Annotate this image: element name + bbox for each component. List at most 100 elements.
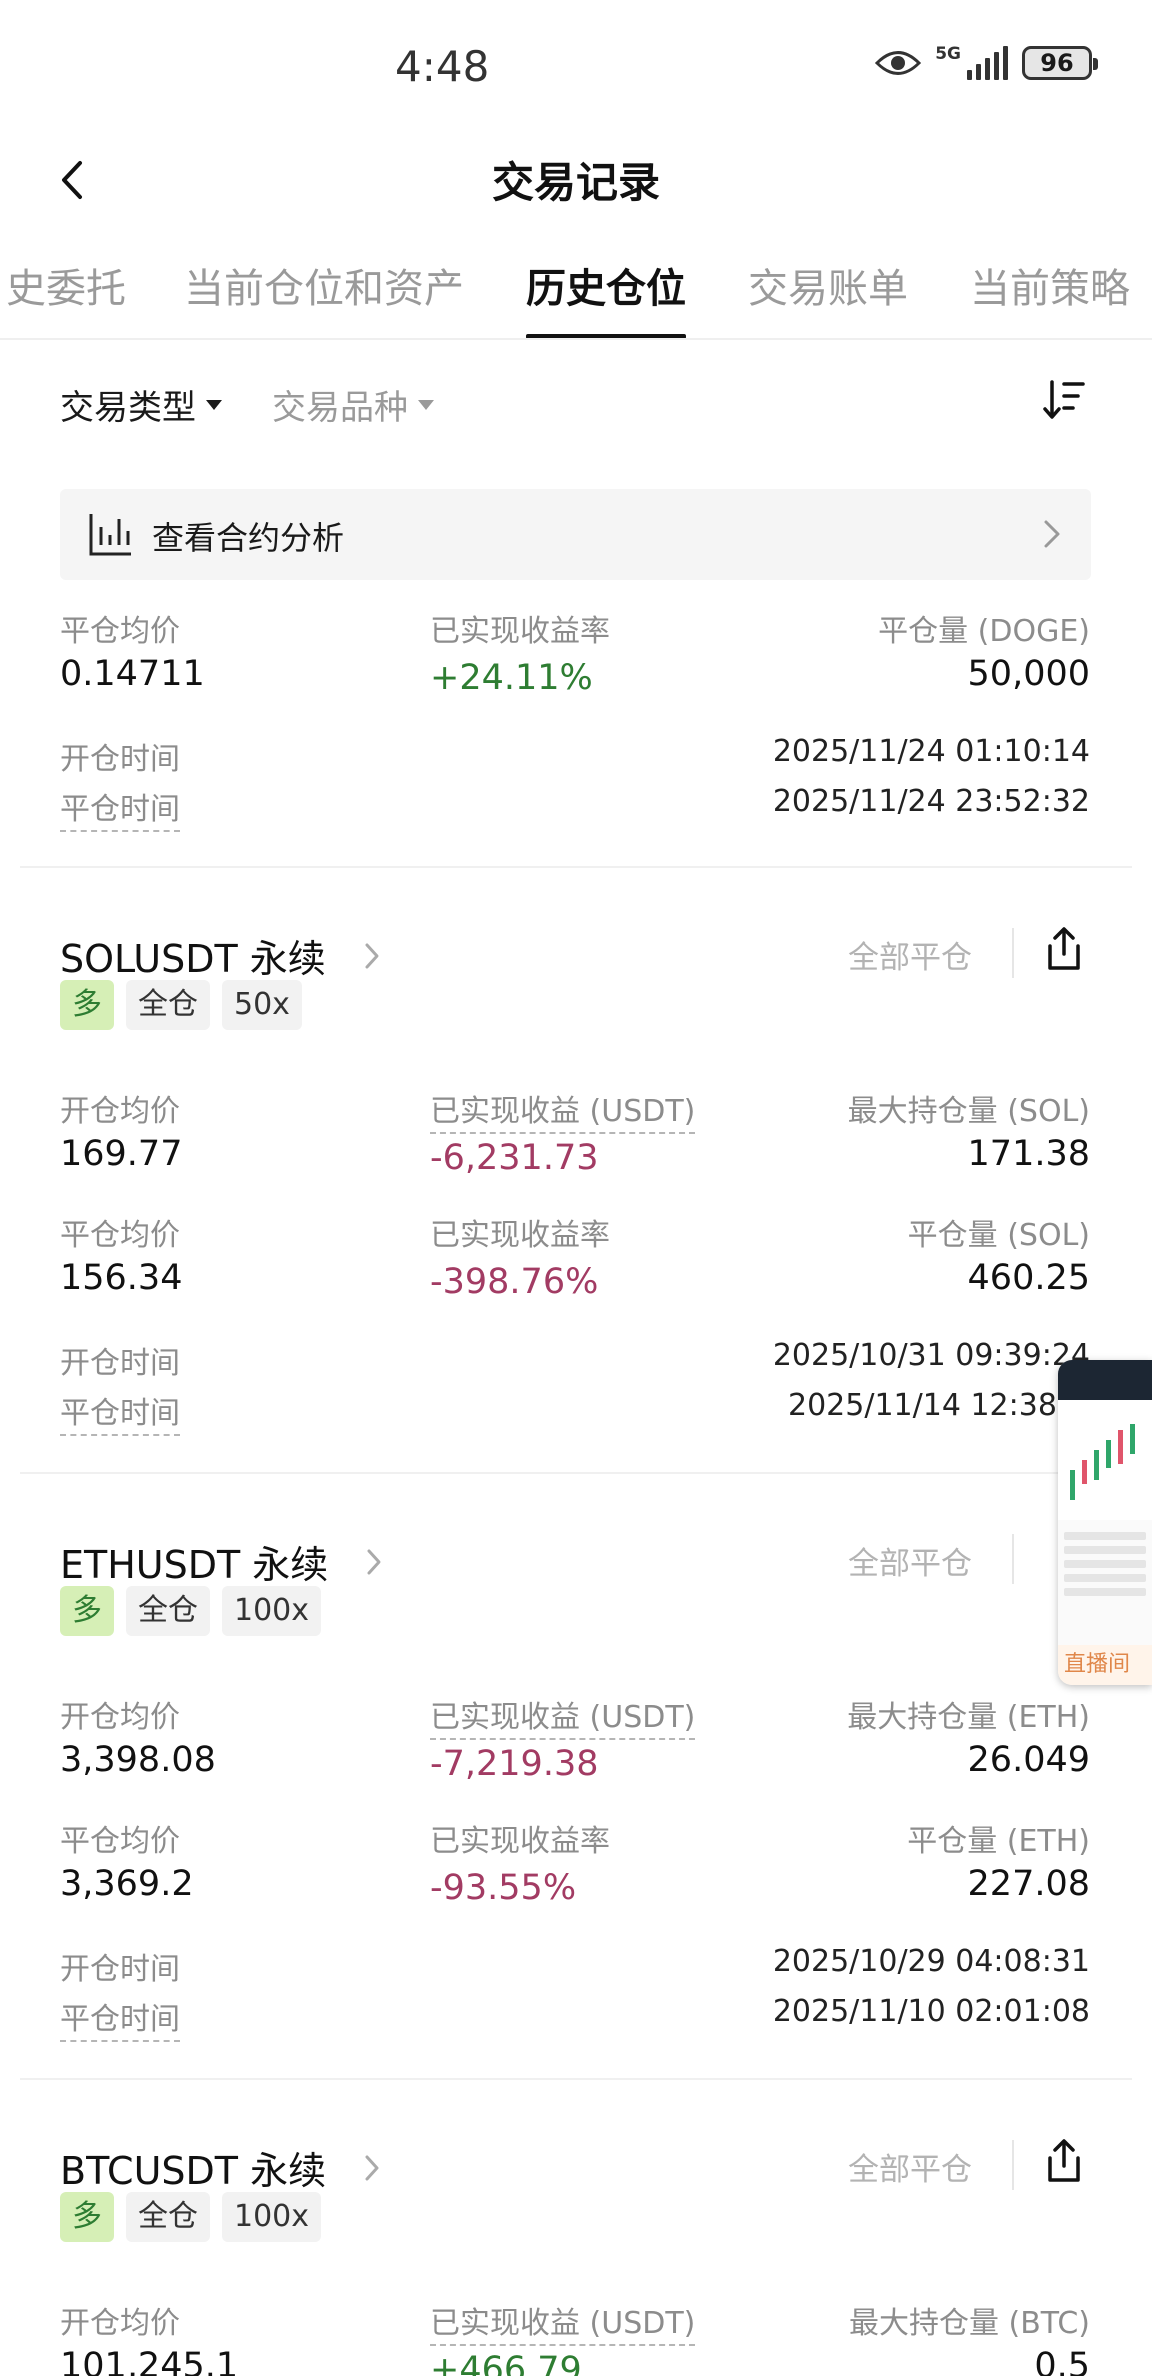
trade-type-filter[interactable]: 交易类型 <box>60 380 222 429</box>
max-hold-value: 26.049 <box>967 1740 1090 1780</box>
signal-icon: 5G <box>935 46 1008 80</box>
divider <box>20 1472 1132 1474</box>
chevron-right-icon <box>365 2155 379 2180</box>
share-icon[interactable] <box>1044 924 1084 974</box>
chevron-right-icon <box>1044 520 1060 548</box>
close-avg-value: 156.34 <box>60 1258 183 1298</box>
realized-pnl-value: +466.79 <box>430 2350 582 2376</box>
header: 交易记录 <box>0 135 1152 225</box>
close-avg-value: 0.14711 <box>60 654 205 694</box>
divider <box>20 2078 1132 2080</box>
tab-trade-bill[interactable]: 交易账单 <box>748 256 908 314</box>
filter-bar: 交易类型 交易品种 <box>0 370 1152 440</box>
tab-order-history[interactable]: 史委托 <box>6 256 126 314</box>
trade-type-label: 交易类型 <box>60 388 196 428</box>
leverage-tag: 50x <box>222 980 302 1030</box>
realized-roi-value: -93.55% <box>430 1868 577 1908</box>
tab-current-strategy[interactable]: 当前策略 <box>970 256 1130 314</box>
vertical-divider <box>1012 928 1014 978</box>
realized-pnl-value: -6,231.73 <box>430 1138 599 1178</box>
contract-analysis-link[interactable]: 查看合约分析 <box>60 489 1091 580</box>
close-time-label[interactable]: 平仓时间 <box>60 784 180 832</box>
close-qty-label: 平仓量 (DOGE) <box>878 614 1090 649</box>
direction-tag: 多 <box>60 1586 114 1636</box>
thumbnail-chart <box>1058 1400 1152 1520</box>
realized-pnl-label[interactable]: 已实现收益 (USDT) <box>430 1086 696 1134</box>
battery-level: 96 <box>1040 49 1074 77</box>
realized-roi-label: 已实现收益率 <box>430 1218 610 1253</box>
margin-mode-tag: 全仓 <box>126 2192 210 2242</box>
close-time-value: 2025/11/14 12:38: <box>788 1388 1068 1423</box>
realized-roi-label: 已实现收益率 <box>430 1824 610 1859</box>
floating-window-thumbnail[interactable]: 直播间 <box>1058 1360 1152 1685</box>
status-icons: 5G 96 <box>875 46 1098 80</box>
caret-down-icon <box>418 399 434 410</box>
realized-pnl-value: -7,219.38 <box>430 1744 599 1784</box>
position-symbol: ETHUSDT 永续 <box>60 1543 329 1587</box>
margin-mode-tag: 全仓 <box>126 1586 210 1636</box>
close-qty-label: 平仓量 (SOL) <box>907 1218 1090 1253</box>
realized-pnl-label[interactable]: 已实现收益 (USDT) <box>430 2298 696 2346</box>
realized-roi-label: 已实现收益率 <box>430 614 610 649</box>
close-avg-label: 平仓均价 <box>60 1824 180 1859</box>
thumbnail-rows <box>1058 1520 1152 1608</box>
close-all-button[interactable]: 全部平仓 <box>848 2144 972 2189</box>
close-avg-label: 平仓均价 <box>60 614 180 649</box>
close-time-label[interactable]: 平仓时间 <box>60 1994 180 2042</box>
close-qty-value: 227.08 <box>967 1864 1090 1904</box>
trade-symbol-filter[interactable]: 交易品种 <box>272 380 434 429</box>
open-time-value: 2025/10/31 09:39:24 <box>772 1338 1090 1373</box>
realized-roi-value: -398.76% <box>430 1262 599 1302</box>
status-bar: 4:48 5G 96 <box>0 0 1152 135</box>
sort-icon[interactable] <box>1042 376 1086 424</box>
divider <box>20 866 1132 868</box>
eye-icon <box>875 51 922 75</box>
tab-position-history[interactable]: 历史仓位 <box>526 256 686 314</box>
vertical-divider <box>1012 1534 1014 1584</box>
position-symbol-link[interactable]: ETHUSDT 永续 <box>60 1534 382 1589</box>
position-tags: 多 全仓 100x <box>60 1586 322 1636</box>
position-card-eth: ETHUSDT 永续 全部平仓 多 全仓 100x 开仓均价 3,398.08 … <box>0 1534 1152 2144</box>
close-time-value: 2025/11/10 02:01:08 <box>772 1994 1090 2029</box>
position-symbol-link[interactable]: SOLUSDT 永续 <box>60 928 380 983</box>
battery-icon: 96 <box>1022 46 1098 80</box>
close-time-label[interactable]: 平仓时间 <box>60 1388 180 1436</box>
max-hold-value: 171.38 <box>967 1134 1090 1174</box>
thumbnail-header <box>1058 1360 1152 1400</box>
open-avg-label: 开仓均价 <box>60 2306 180 2341</box>
direction-tag: 多 <box>60 980 114 1030</box>
open-avg-label: 开仓均价 <box>60 1094 180 1129</box>
close-avg-value: 3,369.2 <box>60 1864 194 1904</box>
open-avg-label: 开仓均价 <box>60 1700 180 1735</box>
active-tab-indicator <box>526 334 686 338</box>
vertical-divider <box>1012 2140 1014 2190</box>
open-avg-value: 101,245.1 <box>60 2346 239 2376</box>
open-time-value: 2025/11/24 01:10:14 <box>772 734 1090 769</box>
caret-down-icon <box>206 399 222 410</box>
position-tags: 多 全仓 50x <box>60 980 302 1030</box>
open-time-label: 开仓时间 <box>60 1952 180 1987</box>
contract-analysis-label: 查看合约分析 <box>152 519 345 557</box>
realized-roi-value: +24.11% <box>430 658 593 698</box>
close-qty-value: 50,000 <box>967 654 1090 694</box>
live-room-label: 直播间 <box>1058 1645 1152 1685</box>
position-tags: 多 全仓 100x <box>60 2192 322 2242</box>
share-icon[interactable] <box>1044 2136 1084 2186</box>
realized-pnl-label[interactable]: 已实现收益 (USDT) <box>430 1692 696 1740</box>
position-symbol-link[interactable]: BTCUSDT 永续 <box>60 2140 380 2195</box>
bar-chart-icon <box>89 514 131 556</box>
direction-tag: 多 <box>60 2192 114 2242</box>
close-all-button[interactable]: 全部平仓 <box>848 932 972 977</box>
close-qty-value: 460.25 <box>967 1258 1090 1298</box>
position-symbol: BTCUSDT 永续 <box>60 2149 327 2193</box>
max-hold-label: 最大持仓量 (BTC) <box>848 2306 1090 2341</box>
close-time-value: 2025/11/24 23:52:32 <box>772 784 1090 819</box>
leverage-tag: 100x <box>222 1586 322 1636</box>
tab-current-positions-assets[interactable]: 当前仓位和资产 <box>184 256 464 314</box>
leverage-tag: 100x <box>222 2192 322 2242</box>
tab-bar: 史委托 当前仓位和资产 历史仓位 交易账单 当前策略 <box>0 238 1152 340</box>
close-all-button[interactable]: 全部平仓 <box>848 1538 972 1583</box>
position-symbol: SOLUSDT 永续 <box>60 937 326 981</box>
chevron-right-icon <box>365 943 379 968</box>
network-type: 5G <box>935 44 961 64</box>
